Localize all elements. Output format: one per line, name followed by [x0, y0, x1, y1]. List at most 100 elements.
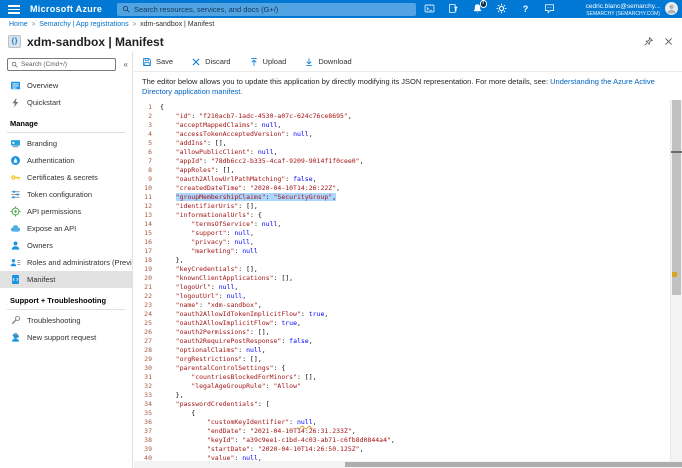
- breadcrumb-link[interactable]: Semarchy | App registrations: [39, 21, 128, 28]
- sidebar-item-label: Owners: [27, 241, 53, 250]
- editor-line[interactable]: "allowPublicClient": null,: [160, 148, 670, 157]
- sidebar-item-roles-and-administrators-previ[interactable]: Roles and administrators (Previ...: [0, 254, 132, 271]
- editor-line[interactable]: "logoUrl": null,: [160, 283, 670, 292]
- editor-line[interactable]: "identifierUris": [],: [160, 202, 670, 211]
- editor-line[interactable]: "customKeyIdentifier": null,: [160, 418, 670, 427]
- editor-line[interactable]: "startDate": "2020-04-10T14:26:50.125Z",: [160, 445, 670, 454]
- breadcrumb-link[interactable]: Home: [9, 21, 28, 28]
- editor-line[interactable]: "oauth2AllowUrlPathMatching": false,: [160, 175, 670, 184]
- editor-line[interactable]: "termsOfService": null,: [160, 220, 670, 229]
- download-button[interactable]: Download: [304, 57, 351, 67]
- editor-line[interactable]: "orgRestrictions": [],: [160, 355, 670, 364]
- sidebar-item-label: Manifest: [27, 275, 55, 284]
- token-configuration-icon: [10, 189, 21, 200]
- vertical-scrollbar-thumb[interactable]: [672, 100, 681, 295]
- manifest-icon: [10, 274, 21, 285]
- upload-button[interactable]: Upload: [249, 57, 287, 67]
- editor-line[interactable]: "accessTokenAcceptedVersion": null,: [160, 130, 670, 139]
- help-icon[interactable]: ?: [520, 3, 531, 14]
- editor-line[interactable]: {: [160, 103, 670, 112]
- discard-button[interactable]: Discard: [191, 57, 230, 67]
- overview-ruler-warning-marker: [672, 272, 677, 277]
- cloud-shell-icon[interactable]: [424, 3, 435, 14]
- sidebar-item-label: New support request: [27, 333, 96, 342]
- editor-line[interactable]: "marketing": null: [160, 247, 670, 256]
- sidebar-item-manifest[interactable]: Manifest: [0, 271, 132, 288]
- editor-line[interactable]: "support": null,: [160, 229, 670, 238]
- sidebar-item-label: Branding: [27, 139, 57, 148]
- editor-line[interactable]: "endDate": "2021-04-10T14:26:31.233Z",: [160, 427, 670, 436]
- sidebar-item-token-configuration[interactable]: Token configuration: [0, 186, 132, 203]
- editor-line[interactable]: "appId": "78db6cc2-b335-4caf-9209-9014f1…: [160, 157, 670, 166]
- sidebar-item-troubleshooting[interactable]: Troubleshooting: [0, 312, 132, 329]
- manifest-json-editor[interactable]: 1234567891011121314151617181920212223242…: [134, 100, 682, 468]
- editor-line[interactable]: "id": "f210acb7-1adc-4530-a07c-624c76ce8…: [160, 112, 670, 121]
- editor-line[interactable]: "oauth2AllowIdTokenImplicitFlow": true,: [160, 310, 670, 319]
- editor-line[interactable]: "createdDateTime": "2020-04-10T14:26:22Z…: [160, 184, 670, 193]
- editor-line[interactable]: "legalAgeGroupRule": "Allow": [160, 382, 670, 391]
- discard-x-icon: [191, 57, 201, 67]
- horizontal-scrollbar[interactable]: [134, 461, 682, 468]
- editor-line[interactable]: "oauth2AllowImplicitFlow": true,: [160, 319, 670, 328]
- collapse-sidebar-icon[interactable]: «: [124, 60, 128, 69]
- sidebar-item-label: Roles and administrators (Previ...: [27, 258, 132, 267]
- editor-line[interactable]: "keyId": "a39c9ee1-c1bd-4c03-ab71-c6fb8d…: [160, 436, 670, 445]
- sidebar: Search (Cmd+/) « OverviewQuickstartManag…: [0, 52, 133, 468]
- sidebar-item-new-support-request[interactable]: New support request: [0, 329, 132, 346]
- save-button[interactable]: Save: [142, 57, 173, 67]
- editor-line[interactable]: {: [160, 409, 670, 418]
- line-number: 32: [134, 382, 152, 391]
- close-icon[interactable]: [663, 36, 674, 47]
- line-number: 22: [134, 292, 152, 301]
- pin-icon[interactable]: [643, 36, 654, 47]
- directory-filter-icon[interactable]: [448, 3, 459, 14]
- editor-line[interactable]: "oauth2Permissions": [],: [160, 328, 670, 337]
- sidebar-item-certificates-secrets[interactable]: Certificates & secrets: [0, 169, 132, 186]
- editor-line[interactable]: "appRoles": [],: [160, 166, 670, 175]
- sidebar-section-header: Support + Troubleshooting: [0, 288, 132, 309]
- global-search-input[interactable]: Search resources, services, and docs (G+…: [117, 3, 416, 16]
- editor-line[interactable]: },: [160, 391, 670, 400]
- editor-line[interactable]: "privacy": null,: [160, 238, 670, 247]
- editor-line[interactable]: "knownClientApplications": [],: [160, 274, 670, 283]
- editor-line[interactable]: "groupMembershipClaims": "SecurityGroup"…: [160, 193, 670, 202]
- editor-code[interactable]: { "id": "f210acb7-1adc-4530-a07c-624c76c…: [160, 103, 670, 461]
- editor-line[interactable]: "passwordCredentials": [: [160, 400, 670, 409]
- editor-line[interactable]: "optionalClaims": null,: [160, 346, 670, 355]
- editor-line[interactable]: "name": "xdm-sandbox",: [160, 301, 670, 310]
- editor-line[interactable]: "parentalControlSettings": {: [160, 364, 670, 373]
- sidebar-item-branding[interactable]: Branding: [0, 135, 132, 152]
- sidebar-search-input[interactable]: Search (Cmd+/): [7, 58, 116, 71]
- line-number: 13: [134, 211, 152, 220]
- editor-line[interactable]: },: [160, 256, 670, 265]
- editor-line[interactable]: "keyCredentials": [],: [160, 265, 670, 274]
- breadcrumb: Home>Semarchy | App registrations>xdm-sa…: [0, 18, 682, 31]
- azure-brand[interactable]: Microsoft Azure: [30, 4, 102, 14]
- user-email: cedric.blanc@semarchy...: [586, 3, 660, 11]
- sidebar-item-expose-an-api[interactable]: Expose an API: [0, 220, 132, 237]
- editor-line[interactable]: "informationalUrls": {: [160, 211, 670, 220]
- line-number: 1: [134, 103, 152, 112]
- sidebar-item-api-permissions[interactable]: API permissions: [0, 203, 132, 220]
- editor-line[interactable]: "acceptMappedClaims": null,: [160, 121, 670, 130]
- editor-line[interactable]: "countriesBlockedForMinors": [],: [160, 373, 670, 382]
- overview-ruler-cursor-marker: [671, 151, 682, 153]
- roles-administrators-icon: [10, 257, 21, 268]
- sidebar-item-owners[interactable]: Owners: [0, 237, 132, 254]
- sidebar-item-authentication[interactable]: Authentication: [0, 152, 132, 169]
- account-menu[interactable]: cedric.blanc@semarchy... SEMARCHY (SEMAR…: [586, 3, 660, 17]
- editor-line[interactable]: "oauth2RequirePostResponse": false,: [160, 337, 670, 346]
- vertical-scrollbar[interactable]: [670, 100, 682, 461]
- editor-line[interactable]: "logoutUrl": null,: [160, 292, 670, 301]
- sidebar-item-overview[interactable]: Overview: [0, 77, 132, 94]
- sidebar-item-quickstart[interactable]: Quickstart: [0, 94, 132, 111]
- notifications-bell-icon[interactable]: 7: [472, 3, 483, 14]
- line-number: 20: [134, 274, 152, 283]
- horizontal-scrollbar-thumb[interactable]: [345, 462, 682, 467]
- hamburger-menu-icon[interactable]: [8, 5, 20, 16]
- avatar[interactable]: [665, 2, 678, 15]
- editor-line[interactable]: "value": null,: [160, 454, 670, 461]
- editor-line[interactable]: "addIns": [],: [160, 139, 670, 148]
- settings-gear-icon[interactable]: [496, 3, 507, 14]
- feedback-icon[interactable]: [544, 3, 555, 14]
